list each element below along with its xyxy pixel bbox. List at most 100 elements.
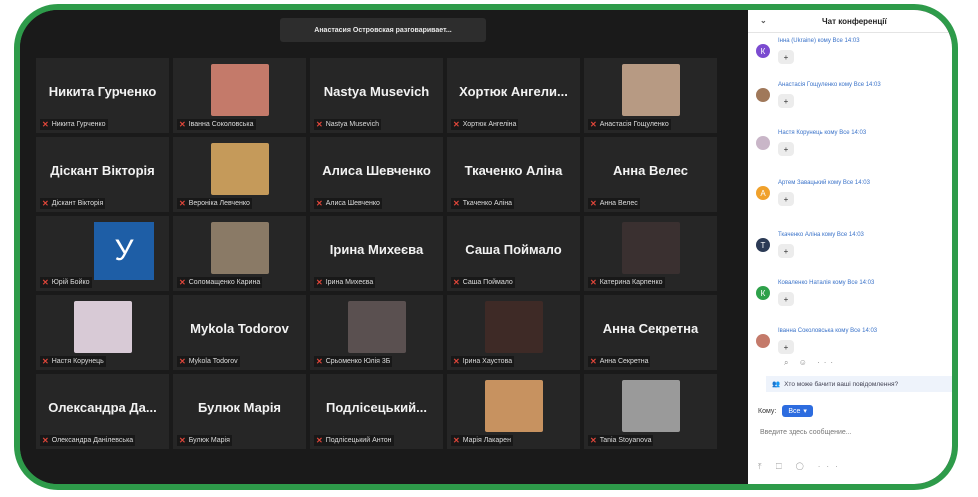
participant-tile[interactable]: Олександра Да... ✕ Олександра Данілевська	[36, 374, 169, 449]
participant-label-text: Ткаченко Аліна	[462, 200, 513, 207]
participant-display-name: Алиса Шевченко	[322, 163, 431, 178]
mic-muted-icon: ✕	[316, 436, 323, 445]
message-bubble: +	[778, 292, 794, 306]
participant-label-text: Юрій Бойко	[51, 279, 90, 286]
message-bubble: +	[778, 192, 794, 206]
participant-video-image	[621, 380, 680, 432]
video-gallery: Анастасия Островская разговаривает... Ни…	[20, 10, 748, 484]
mic-muted-icon: ✕	[179, 120, 186, 129]
participant-name-label: ✕ Ткаченко Аліна	[451, 198, 515, 209]
participant-label-text: Срьоменко Юлія 3Б	[325, 358, 391, 365]
participant-tile[interactable]: Mykola Todorov ✕ Mykola Todorov	[173, 295, 306, 370]
message-actions[interactable]: ⌕ ☺ ···	[784, 358, 837, 368]
active-speaker-banner: Анастасия Островская разговаривает...	[280, 18, 486, 42]
participant-name-label: ✕ Соломащенко Карина	[177, 277, 263, 288]
meeting-window: Анастасия Островская разговаривает... Ни…	[14, 4, 958, 490]
mic-muted-icon: ✕	[42, 436, 49, 445]
participant-tile[interactable]: Nastya Musevich ✕ Nastya Musevich	[310, 58, 443, 133]
participant-tile[interactable]: ✕ Анастасія Гощуленко	[584, 58, 717, 133]
message-bubble: +	[778, 50, 794, 64]
participant-display-name: Анна Велес	[613, 163, 688, 178]
mic-muted-icon: ✕	[316, 199, 323, 208]
chevron-down-icon[interactable]: ⌄	[760, 16, 767, 25]
participant-tile[interactable]: Ірина Михеєва ✕ Ірина Михеєва	[310, 216, 443, 291]
message-sender[interactable]: Коваленко Наталія кому Все 14:03	[778, 280, 874, 286]
participant-tile[interactable]: ✕ Настя Корунець	[36, 295, 169, 370]
mic-muted-icon: ✕	[179, 199, 186, 208]
participant-tile[interactable]: ✕ Соломащенко Карина	[173, 216, 306, 291]
participant-tile[interactable]: ✕ Іванна Соколовська	[173, 58, 306, 133]
who-sees-link[interactable]: 👥 Хто може бачити ваші повідомлення?	[766, 376, 952, 392]
mic-muted-icon: ✕	[42, 357, 49, 366]
participant-tile[interactable]: Діскант Вікторія ✕ Діскант Вікторія	[36, 137, 169, 212]
participant-tile[interactable]: Анна Велес ✕ Анна Велес	[584, 137, 717, 212]
mic-muted-icon: ✕	[42, 120, 49, 129]
mic-muted-icon: ✕	[179, 278, 186, 287]
chevron-down-icon: ▾	[803, 408, 807, 415]
participant-name-label: ✕ Никита Гурченко	[40, 119, 108, 130]
participant-tile[interactable]: ✕ Вероніка Левченко	[173, 137, 306, 212]
sender-avatar: К	[756, 286, 770, 300]
to-label: Кому:	[758, 407, 777, 415]
message-sender[interactable]: Іванна Соколовська кому Все 14:03	[778, 328, 877, 334]
participant-label-text: Анна Секретна	[599, 358, 649, 365]
participant-display-name: Булюк Марія	[197, 400, 282, 415]
participant-name-label: ✕ Діскант Вікторія	[40, 198, 106, 209]
sender-avatar	[756, 136, 770, 150]
participant-tile[interactable]: ✕ Катерина Карпенко	[584, 216, 717, 291]
participant-tile[interactable]: Подлісецький... ✕ Подлісецький Антон	[310, 374, 443, 449]
participant-label-text: Ірина Михеєва	[325, 279, 374, 286]
participant-label-text: Катерина Карпенко	[599, 279, 663, 286]
message-sender[interactable]: Настя Корунець кому Все 14:03	[778, 130, 866, 136]
participant-display-name: Ткаченко Аліна	[464, 163, 563, 178]
message-bubble: +	[778, 244, 794, 258]
participant-tile[interactable]: ✕ Марія Лакарен	[447, 374, 580, 449]
mic-muted-icon: ✕	[453, 436, 460, 445]
participant-name-label: ✕ Юрій Бойко	[40, 277, 92, 288]
participant-tile[interactable]: ✕ Срьоменко Юлія 3Б	[310, 295, 443, 370]
message-sender[interactable]: Анастасія Гощуленко кому Все 14:03	[778, 82, 881, 88]
mic-muted-icon: ✕	[316, 120, 323, 129]
message-sender[interactable]: Артем Завацький кому Все 14:03	[778, 180, 870, 186]
mic-muted-icon: ✕	[316, 357, 323, 366]
participant-name-label: ✕ Настя Корунець	[40, 356, 106, 367]
message-input[interactable]: Введите здесь сообщение...	[760, 429, 852, 436]
recipient-dropdown[interactable]: Все ▾	[782, 405, 813, 417]
message-sender[interactable]: Інна (Ukraine) кому Все 14:03	[778, 38, 860, 44]
mic-muted-icon: ✕	[590, 357, 597, 366]
participant-name-label: ✕ Tania Stoyanova	[588, 435, 654, 446]
participant-name-label: ✕ Іванна Соколовська	[177, 119, 256, 130]
participant-display-name: Хортюк Ангели...	[459, 84, 568, 99]
mic-muted-icon: ✕	[42, 199, 49, 208]
participant-display-name: Саша Поймало	[465, 242, 562, 257]
mic-muted-icon: ✕	[179, 436, 186, 445]
participant-display-name: Никита Гурченко	[48, 84, 157, 99]
participant-label-text: Никита Гурченко	[51, 121, 106, 128]
participant-tile[interactable]: Ткаченко Аліна ✕ Ткаченко Аліна	[447, 137, 580, 212]
participant-tile[interactable]: Саша Поймало ✕ Саша Поймало	[447, 216, 580, 291]
participant-name-label: ✕ Ірина Хаустова	[451, 356, 515, 367]
participant-tile[interactable]: ✕ Ірина Хаустова	[447, 295, 580, 370]
participant-display-name: Олександра Да...	[48, 400, 157, 415]
participant-tile[interactable]: У ✕ Юрій Бойко	[36, 216, 169, 291]
participant-avatar: У	[94, 222, 154, 280]
participant-tile[interactable]: Булюк Марія ✕ Булюк Марія	[173, 374, 306, 449]
chat-footer-icons[interactable]: ⤒ ☐ ◯ ···	[758, 462, 844, 472]
mic-muted-icon: ✕	[453, 199, 460, 208]
participant-tile[interactable]: Анна Секретна ✕ Анна Секретна	[584, 295, 717, 370]
participant-label-text: Вероніка Левченко	[188, 200, 250, 207]
participant-name-label: ✕ Срьоменко Юлія 3Б	[314, 356, 393, 367]
mic-muted-icon: ✕	[453, 120, 460, 129]
mic-muted-icon: ✕	[590, 120, 597, 129]
sender-avatar: К	[756, 44, 770, 58]
participant-display-name: Mykola Todorov	[190, 321, 289, 336]
participant-tile[interactable]: Никита Гурченко ✕ Никита Гурченко	[36, 58, 169, 133]
participant-video-image	[210, 64, 269, 116]
participant-tile[interactable]: Алиса Шевченко ✕ Алиса Шевченко	[310, 137, 443, 212]
participant-tile[interactable]: ✕ Tania Stoyanova	[584, 374, 717, 449]
participant-video-image	[621, 64, 680, 116]
participant-tile[interactable]: Хортюк Ангели... ✕ Хортюк Ангеліна	[447, 58, 580, 133]
message-sender[interactable]: Ткаченко Аліна кому Все 14:03	[778, 232, 864, 238]
participant-name-label: ✕ Подлісецький Антон	[314, 435, 394, 446]
people-icon: 👥	[772, 381, 781, 388]
